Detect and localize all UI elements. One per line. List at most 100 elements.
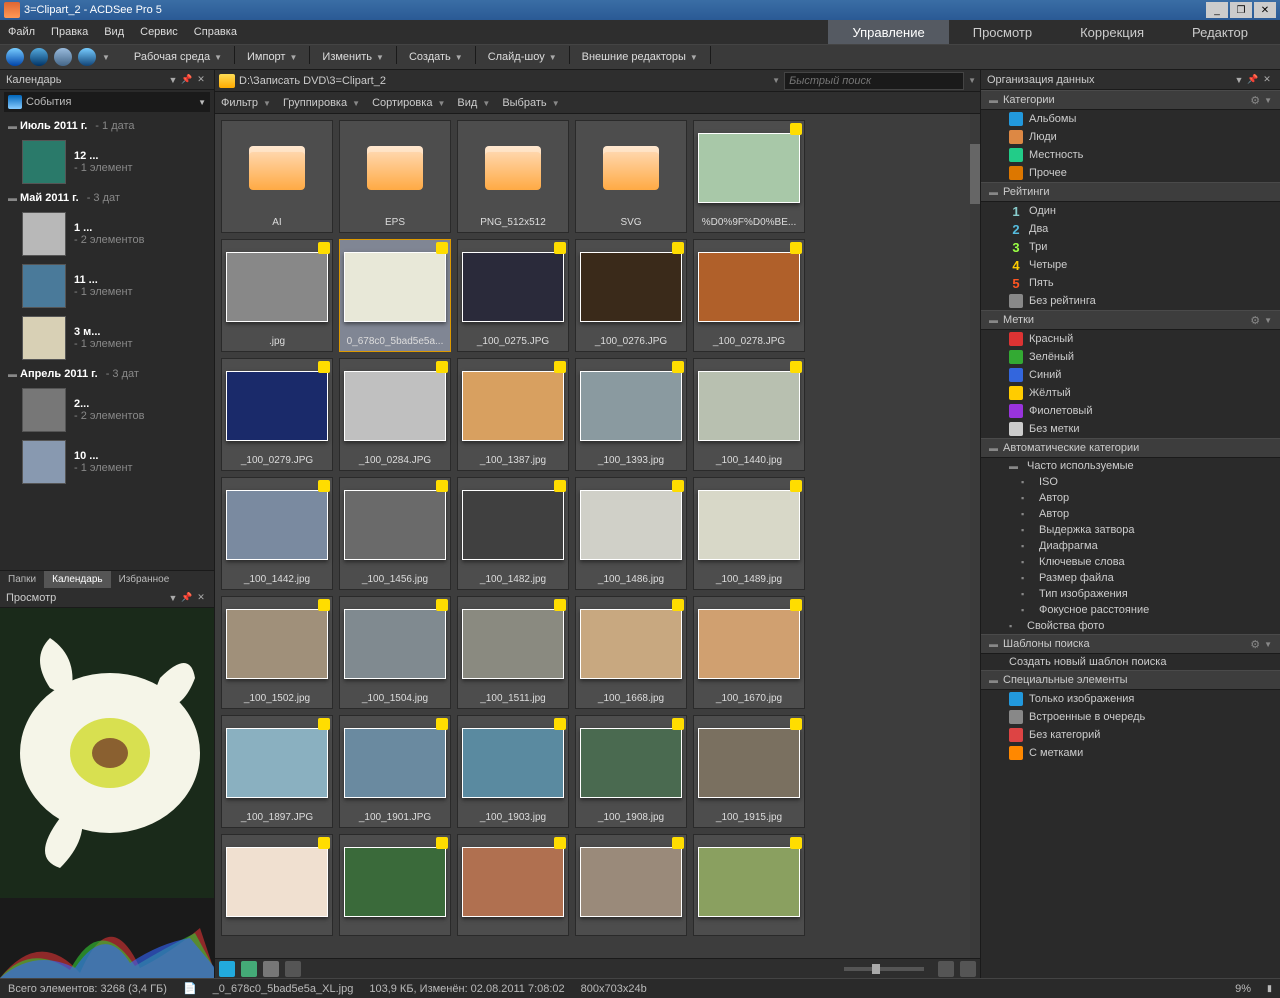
panel-menu-icon[interactable]: ▼ [166, 75, 180, 85]
thumbnail-item[interactable]: _100_0278.JPG [693, 239, 805, 352]
tab-view[interactable]: Просмотр [949, 20, 1056, 44]
day-item[interactable]: 11 ...- 1 элемент [2, 260, 212, 312]
chevron-icon[interactable]: ▼ [1264, 640, 1272, 649]
thumbnail-item[interactable]: _100_1387.jpg [457, 358, 569, 471]
filter-Фильтр[interactable]: Фильтр ▼ [221, 97, 271, 109]
org-item[interactable]: Жёлтый [981, 384, 1280, 402]
org-item[interactable]: 1Один [981, 202, 1280, 220]
thumbnail-item[interactable]: _100_1915.jpg [693, 715, 805, 828]
org-subitem[interactable]: ▪Фокусное расстояние [981, 602, 1280, 618]
thumbnail-item[interactable]: _100_1903.jpg [457, 715, 569, 828]
thumbnail-size-slider[interactable] [844, 967, 924, 971]
thumbnail-item[interactable] [693, 834, 805, 936]
day-item[interactable]: 10 ...- 1 элемент [2, 436, 212, 488]
thumbnail-item[interactable]: _100_0284.JPG [339, 358, 451, 471]
panel-menu-icon[interactable]: ▼ [1232, 75, 1246, 85]
org-item[interactable]: Встроенные в очередь [981, 708, 1280, 726]
panel-close-icon[interactable]: ✕ [194, 592, 208, 603]
org-item[interactable]: Без категорий [981, 726, 1280, 744]
thumbnail-item[interactable]: _100_1502.jpg [221, 596, 333, 709]
thumbnail-item[interactable] [457, 834, 569, 936]
scrollbar[interactable] [970, 114, 980, 958]
org-subitem[interactable]: ▪Выдержка затвора [981, 522, 1280, 538]
org-item[interactable]: Фиолетовый [981, 402, 1280, 420]
filter-Сортировка[interactable]: Сортировка ▼ [372, 97, 445, 109]
events-selector[interactable]: События ▼ [4, 92, 210, 112]
nav-forward-icon[interactable] [54, 48, 72, 66]
org-section-header[interactable]: ▬Рейтинги [981, 182, 1280, 202]
org-subitem[interactable]: ▪Тип изображения [981, 586, 1280, 602]
thumbnail-item[interactable]: _100_0279.JPG [221, 358, 333, 471]
path-text[interactable]: D:\Записать DVD\3=Clipart_2 [239, 75, 768, 87]
org-section-header[interactable]: ▬Автоматические категории [981, 438, 1280, 458]
toolbar-Внешние редакторы[interactable]: Внешние редакторы▼ [574, 46, 706, 68]
thumbnail-item[interactable]: _100_0275.JPG [457, 239, 569, 352]
thumbnail-item[interactable]: _100_1668.jpg [575, 596, 687, 709]
org-item[interactable]: Без рейтинга [981, 292, 1280, 310]
org-subitem[interactable]: ▪Автор [981, 506, 1280, 522]
nav-dropdown-icon[interactable]: ▼ [102, 53, 110, 62]
filter-Вид[interactable]: Вид ▼ [457, 97, 490, 109]
tab-folders[interactable]: Папки [0, 571, 44, 588]
month-header[interactable]: ▬Апрель 2011 г.- 3 дат [2, 364, 212, 384]
thumbnail-item[interactable] [339, 834, 451, 936]
thumbnail-item[interactable]: .jpg [221, 239, 333, 352]
zoom-in-icon[interactable] [960, 961, 976, 977]
org-item[interactable]: Местность [981, 146, 1280, 164]
thumbnail-item[interactable]: _100_1504.jpg [339, 596, 451, 709]
create-search-template[interactable]: Создать новый шаблон поиска [981, 654, 1280, 670]
org-item[interactable]: Без метки [981, 420, 1280, 438]
org-item[interactable]: ▪Свойства фото [981, 618, 1280, 634]
gear-icon[interactable]: ⚙ [1250, 94, 1260, 107]
menu-help[interactable]: Справка [194, 26, 237, 38]
thumbnail-item[interactable]: _100_1897.JPG [221, 715, 333, 828]
menu-service[interactable]: Сервис [140, 26, 178, 38]
org-subitem[interactable]: ▪Ключевые слова [981, 554, 1280, 570]
thumbnail-item[interactable]: PNG_512x512 [457, 120, 569, 233]
thumbnail-item[interactable]: SVG [575, 120, 687, 233]
org-subitem[interactable]: ▪Автор [981, 490, 1280, 506]
zoom-out-icon[interactable] [938, 961, 954, 977]
menu-view[interactable]: Вид [104, 26, 124, 38]
filter-Группировка[interactable]: Группировка ▼ [283, 97, 360, 109]
thumbnail-item[interactable]: _100_1393.jpg [575, 358, 687, 471]
org-item[interactable]: Зелёный [981, 348, 1280, 366]
nav-back-icon[interactable] [30, 48, 48, 66]
thumbnail-item[interactable]: AI [221, 120, 333, 233]
org-item[interactable]: Красный [981, 330, 1280, 348]
panel-menu-icon[interactable]: ▼ [166, 593, 180, 603]
org-subitem[interactable]: ▪ISO [981, 474, 1280, 490]
toolbar-Слайд-шоу[interactable]: Слайд-шоу▼ [480, 46, 565, 68]
org-item[interactable]: С метками [981, 744, 1280, 762]
filter-Выбрать[interactable]: Выбрать ▼ [502, 97, 559, 109]
chevron-icon[interactable]: ▼ [1264, 96, 1272, 105]
thumbnail-item[interactable]: _100_1670.jpg [693, 596, 805, 709]
view-details-icon[interactable] [241, 961, 257, 977]
view-list-icon[interactable] [263, 961, 279, 977]
toolbar-Импорт[interactable]: Импорт▼ [239, 46, 305, 68]
thumbnail-item[interactable]: _100_1440.jpg [693, 358, 805, 471]
org-item[interactable]: Только изображения [981, 690, 1280, 708]
toolbar-Рабочая среда[interactable]: Рабочая среда▼ [126, 46, 230, 68]
nav-home-icon[interactable] [6, 48, 24, 66]
org-item[interactable]: Люди [981, 128, 1280, 146]
thumbnail-item[interactable]: _100_1482.jpg [457, 477, 569, 590]
maximize-button[interactable]: ❐ [1230, 2, 1252, 18]
panel-close-icon[interactable]: ✕ [1260, 74, 1274, 85]
month-header[interactable]: ▬Июль 2011 г.- 1 дата [2, 116, 212, 136]
org-subitem[interactable]: ▪Диафрагма [981, 538, 1280, 554]
day-item[interactable]: 12 ...- 1 элемент [2, 136, 212, 188]
day-item[interactable]: 1 ...- 2 элементов [2, 208, 212, 260]
thumbnail-item[interactable] [575, 834, 687, 936]
org-item[interactable]: 2Два [981, 220, 1280, 238]
tab-edit[interactable]: Редактор [1168, 20, 1272, 44]
thumbnail-item[interactable]: _100_1908.jpg [575, 715, 687, 828]
view-thumbs-icon[interactable] [219, 961, 235, 977]
tab-manage[interactable]: Управление [828, 20, 948, 44]
org-item[interactable]: ▬Часто используемые [981, 458, 1280, 474]
quick-search-input[interactable] [784, 72, 964, 90]
tab-favorites[interactable]: Избранное [111, 571, 178, 588]
thumbnail-item[interactable]: %D0%9F%D0%BE... [693, 120, 805, 233]
panel-pin-icon[interactable]: 📌 [1246, 74, 1260, 85]
toolbar-Создать[interactable]: Создать▼ [401, 46, 471, 68]
